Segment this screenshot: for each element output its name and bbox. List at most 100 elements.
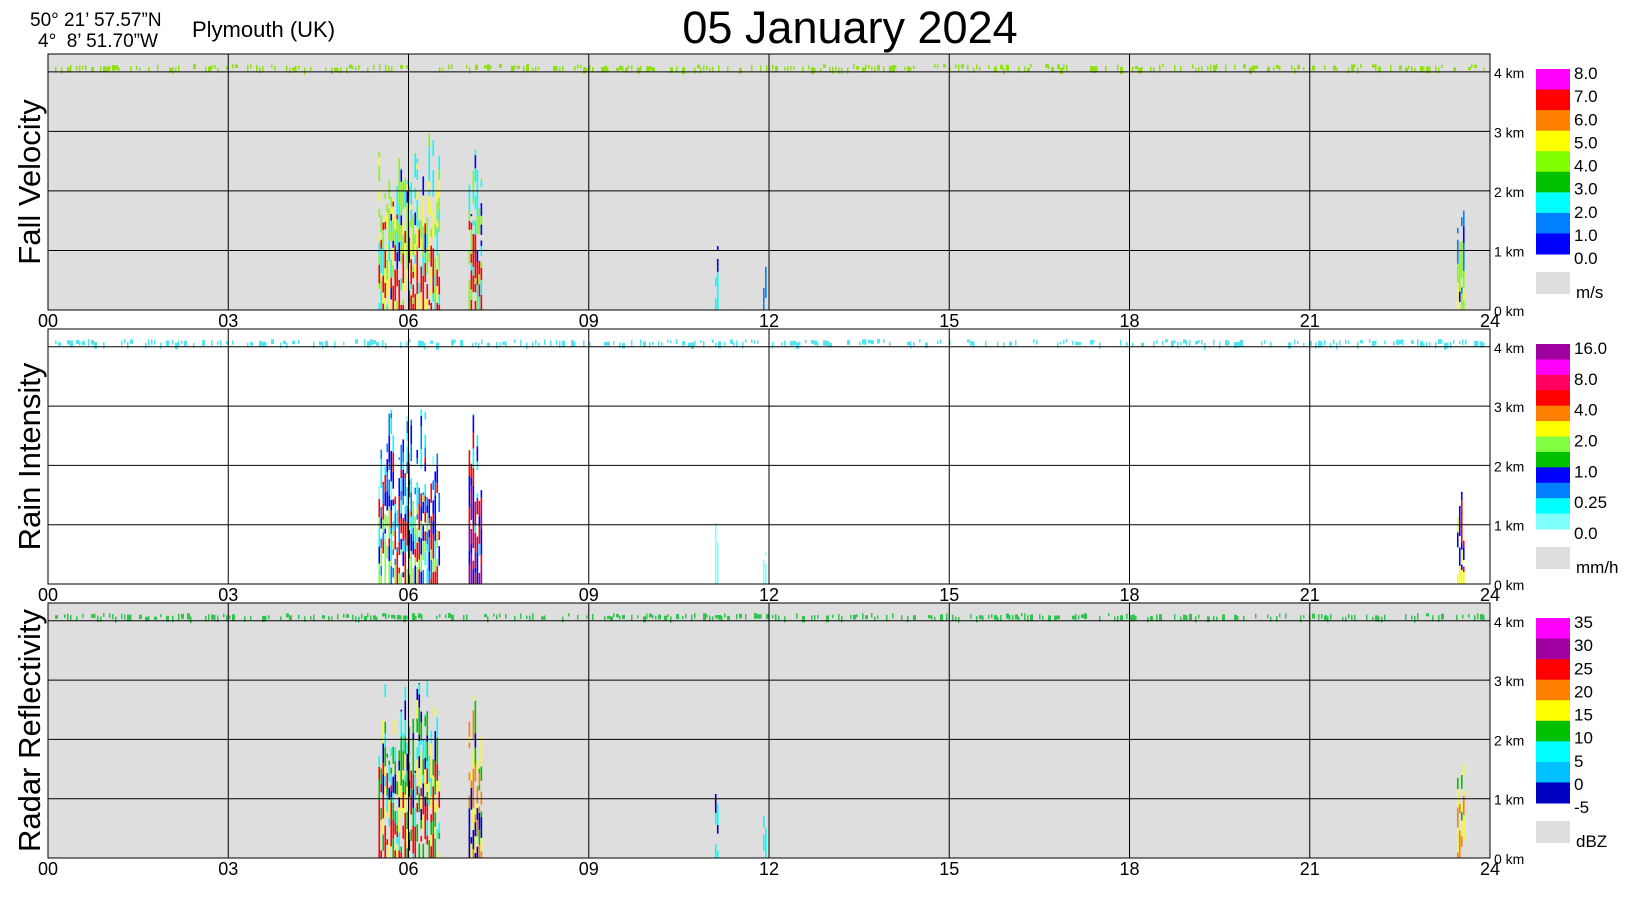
- band-mark: [814, 615, 816, 620]
- band-mark: [1474, 64, 1477, 68]
- band-mark: [772, 64, 774, 71]
- precip-mark-1: [438, 220, 441, 226]
- precip-mark-1: [428, 840, 431, 858]
- precip-mark-2: [472, 244, 475, 261]
- precip-mark-2: [472, 849, 475, 858]
- band-mark: [250, 64, 252, 69]
- band-mark: [1384, 614, 1386, 621]
- precip-mark-1: [388, 538, 391, 547]
- band-mark: [1054, 615, 1057, 621]
- precip-mark-1: [420, 760, 423, 771]
- band-mark: [520, 339, 522, 347]
- precip-mark-1: [390, 213, 393, 221]
- band-mark: [1228, 340, 1230, 346]
- precip-mark-1: [436, 753, 439, 765]
- precip-mark-3: [714, 793, 717, 813]
- band-mark: [1084, 613, 1087, 620]
- precip-mark-2: [474, 532, 477, 551]
- band-mark: [691, 342, 694, 350]
- precip-mark-2: [470, 477, 473, 486]
- precip-mark-1: [388, 577, 391, 584]
- precip-mark-1: [416, 718, 419, 733]
- band-mark: [724, 341, 726, 346]
- precip-mark-2: [480, 295, 483, 310]
- y-tick-label: 2 km: [1494, 732, 1524, 748]
- band-mark: [526, 64, 529, 71]
- precip-mark-1: [384, 684, 387, 698]
- precip-mark-2: [474, 269, 477, 279]
- precip-mark-2: [468, 184, 471, 195]
- band-mark: [1474, 615, 1476, 621]
- precip-mark-2: [476, 446, 479, 462]
- band-mark: [370, 339, 373, 346]
- precip-mark-1: [416, 747, 419, 760]
- precip-mark-1: [428, 299, 431, 306]
- band-mark: [139, 614, 142, 620]
- precip-mark-2: [470, 780, 473, 788]
- band-mark: [958, 616, 960, 623]
- band-mark: [1225, 339, 1228, 346]
- band-mark: [1075, 613, 1077, 621]
- precip-mark-1: [420, 787, 423, 797]
- precip-mark-1: [438, 531, 441, 540]
- band-mark: [637, 67, 640, 74]
- band-mark: [1201, 66, 1203, 72]
- precip-mark-1: [430, 228, 433, 238]
- band-mark: [1267, 614, 1269, 619]
- precip-mark-1: [404, 700, 407, 720]
- band-mark: [85, 65, 87, 71]
- precip-mark-1: [384, 840, 387, 858]
- precip-mark-1: [392, 802, 395, 809]
- band-mark: [856, 66, 859, 70]
- band-mark: [184, 340, 187, 346]
- precip-mark-1: [436, 201, 439, 221]
- band-mark: [739, 67, 742, 74]
- band-mark: [448, 613, 451, 619]
- precip-mark-2: [476, 803, 479, 809]
- precip-mark-1: [418, 537, 421, 542]
- band-mark: [178, 65, 180, 72]
- band-mark: [1483, 67, 1485, 71]
- precip-mark-5: [1460, 542, 1463, 550]
- band-mark: [406, 341, 408, 347]
- precip-mark-2: [480, 267, 483, 281]
- precip-mark-4: [764, 552, 767, 556]
- precip-mark-1: [438, 225, 441, 233]
- band-mark: [259, 340, 262, 347]
- precip-mark-1: [438, 546, 441, 566]
- precip-mark-1: [436, 220, 439, 228]
- band-mark: [1480, 614, 1483, 620]
- precip-mark-1: [416, 824, 419, 836]
- band-mark: [190, 616, 192, 624]
- band-mark: [727, 615, 730, 620]
- precip-mark-1: [384, 747, 387, 767]
- precip-mark-1: [438, 276, 441, 295]
- precip-mark-1: [400, 225, 403, 241]
- precip-mark-1: [422, 257, 425, 276]
- precip-mark-5: [1456, 239, 1459, 246]
- precip-mark-3: [716, 297, 719, 310]
- precip-mark-1: [378, 234, 381, 243]
- precip-mark-1: [426, 505, 429, 513]
- precip-mark-1: [418, 559, 421, 570]
- band-mark: [1213, 339, 1215, 346]
- precip-mark-1: [388, 462, 391, 471]
- precip-mark-1: [424, 411, 427, 420]
- band-mark: [847, 67, 849, 74]
- band-mark: [55, 340, 57, 345]
- band-mark: [670, 340, 672, 344]
- precip-mark-1: [382, 743, 385, 763]
- precip-mark-1: [382, 539, 385, 554]
- band-mark: [1417, 339, 1419, 346]
- band-mark: [967, 339, 970, 343]
- band-mark: [790, 66, 792, 71]
- precip-mark-1: [382, 484, 385, 504]
- precip-mark-1: [388, 506, 391, 524]
- precip-mark-1: [406, 421, 409, 433]
- precip-mark-2: [468, 297, 471, 310]
- band-mark: [652, 341, 654, 346]
- colorbar-swatch: [1536, 720, 1570, 742]
- band-mark: [1216, 64, 1218, 70]
- band-mark: [526, 615, 528, 620]
- precip-mark-1: [414, 487, 417, 495]
